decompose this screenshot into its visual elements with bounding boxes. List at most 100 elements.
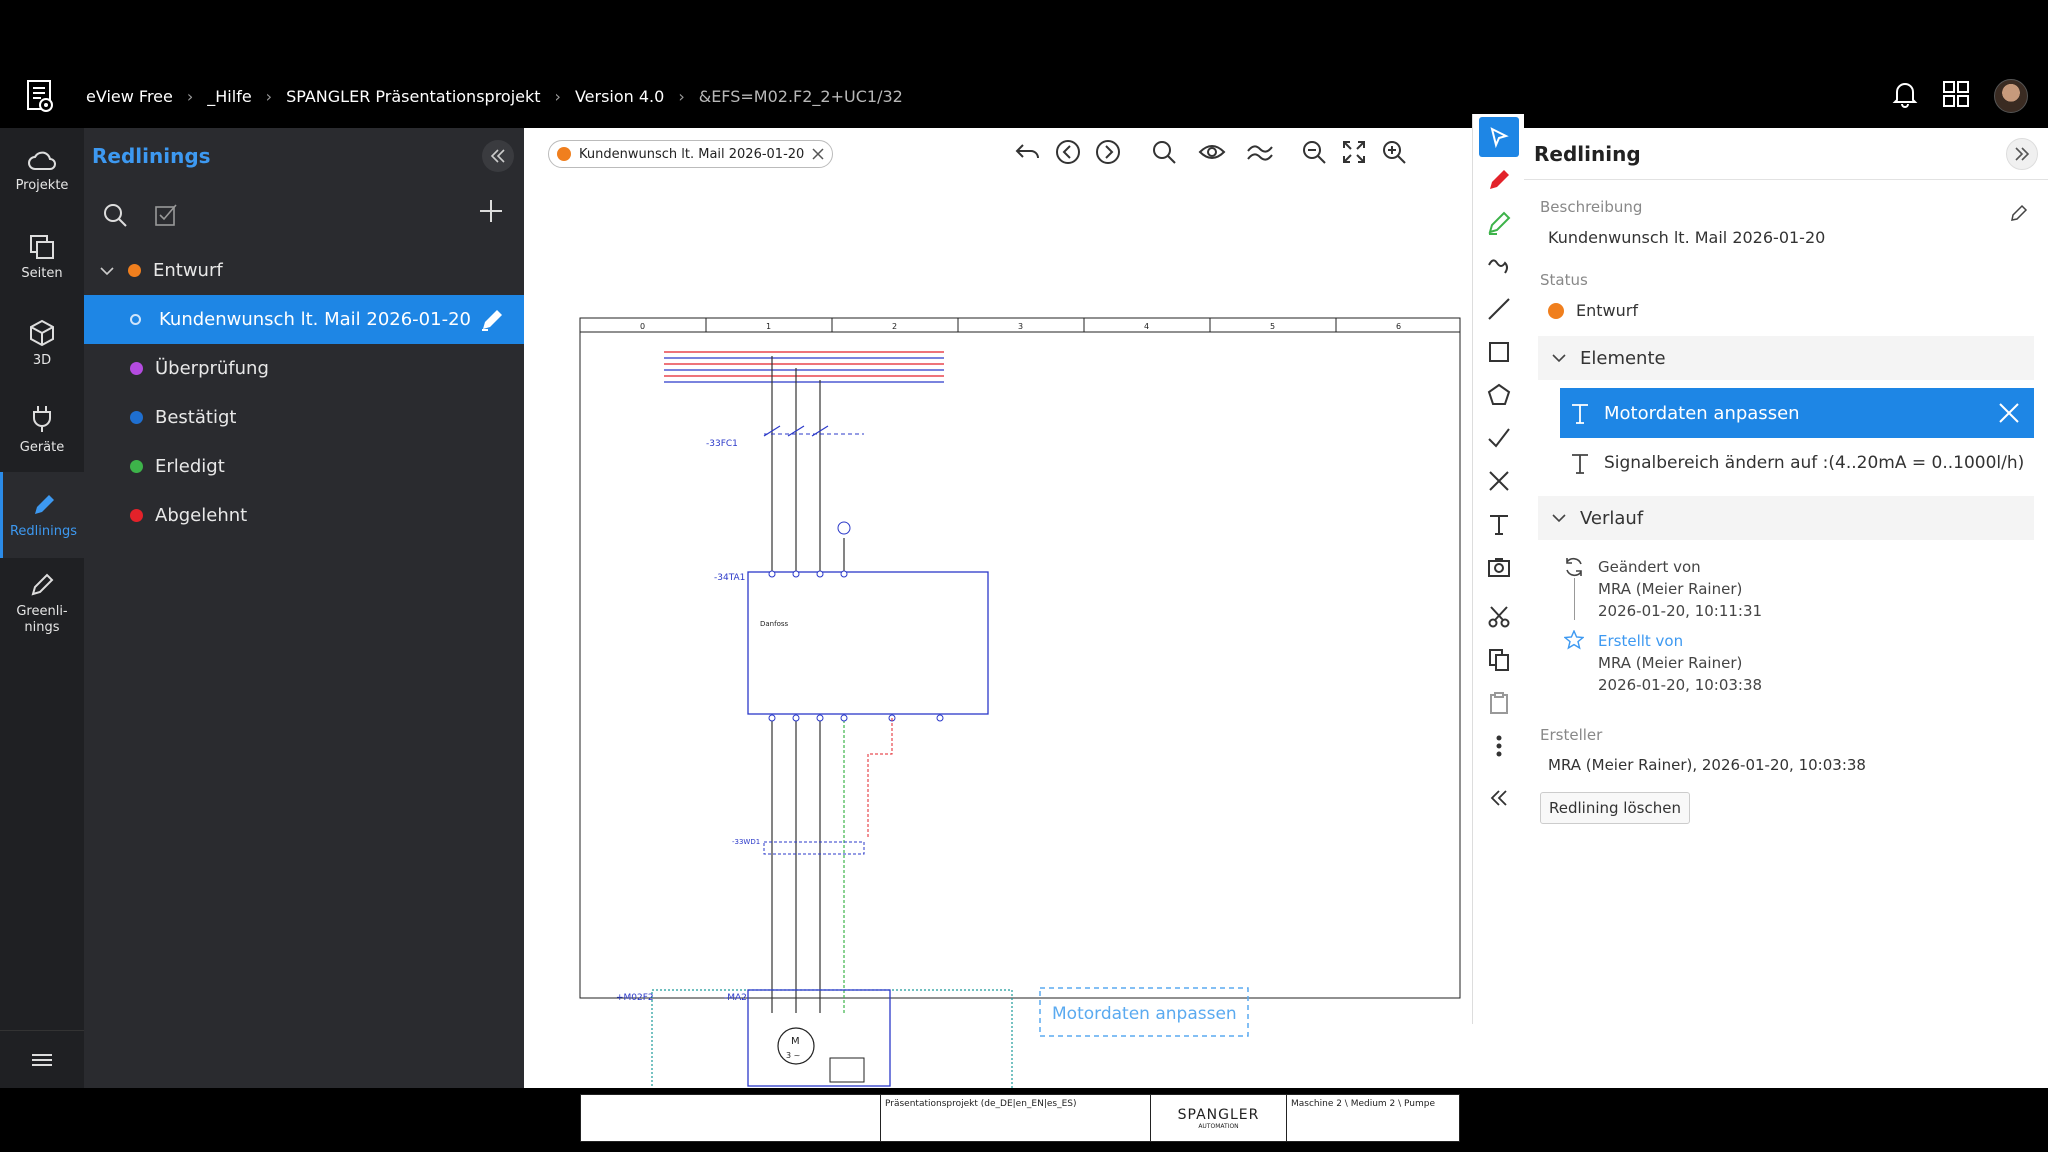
nav-label: Projekte xyxy=(15,177,69,193)
collapse-tools-button[interactable] xyxy=(1479,778,1519,818)
section-elemente[interactable]: Elemente xyxy=(1538,336,2034,380)
text-tool[interactable] xyxy=(1479,504,1519,544)
status-dot-orange xyxy=(1548,302,1564,319)
nav-seiten[interactable]: Seiten xyxy=(0,214,84,300)
title-block-meta xyxy=(581,1095,881,1141)
breadcrumb-project[interactable]: SPANGLER Präsentationsprojekt xyxy=(280,87,546,106)
rectangle-tool[interactable] xyxy=(1479,332,1519,372)
schematic-drawing[interactable]: 0 1 2 3 4 5 6 -33FC1 -34TA1 Danfoss -33W… xyxy=(524,178,1484,1088)
camera-tool[interactable] xyxy=(1479,547,1519,587)
nav-3d[interactable]: 3D xyxy=(0,300,84,386)
bell-icon[interactable] xyxy=(1892,80,1918,112)
item-ring-icon xyxy=(130,314,141,325)
device-label-wd: -33WD1 xyxy=(732,838,760,846)
search-icon[interactable] xyxy=(1150,138,1178,166)
element-row[interactable]: Signalbereich ändern auf :(4..20mA = 0..… xyxy=(1560,438,2034,488)
status-dot-orange xyxy=(557,147,571,161)
column-label: 6 xyxy=(1396,322,1401,331)
marker-green-icon xyxy=(1488,211,1510,235)
group-abgelehnt[interactable]: Abgelehnt xyxy=(84,491,524,540)
edit-pencil-icon[interactable] xyxy=(2010,204,2028,222)
next-page-icon[interactable] xyxy=(1094,138,1122,166)
group-label: Entwurf xyxy=(153,260,223,281)
nav-projekte[interactable]: Projekte xyxy=(0,128,84,214)
check-tool[interactable] xyxy=(1479,418,1519,458)
nav-label: Redlinings xyxy=(9,523,78,539)
collapse-props-button[interactable] xyxy=(2006,138,2038,170)
section-verlauf[interactable]: Verlauf xyxy=(1538,496,2034,540)
marker-green-tool[interactable] xyxy=(1479,203,1519,243)
history-entry: Geändert von MRA (Meier Rainer) 2026-01-… xyxy=(1524,556,2048,622)
rectangle-icon xyxy=(1488,342,1509,362)
active-redlining-chip[interactable]: Kundenwunsch lt. Mail 2026-01-20 xyxy=(548,140,834,168)
line-tool[interactable] xyxy=(1479,289,1519,329)
previous-page-icon[interactable] xyxy=(1054,138,1082,166)
column-label: 5 xyxy=(1270,322,1275,331)
menu-button[interactable] xyxy=(0,1030,84,1088)
more-vertical-icon xyxy=(1496,735,1501,757)
redlining-properties: Redlining Beschreibung Kundenwunsch lt. … xyxy=(1524,128,2048,1088)
device-label-fc: -33FC1 xyxy=(706,439,738,449)
delete-redlining-button[interactable]: Redlining löschen xyxy=(1540,792,1690,824)
avatar[interactable] xyxy=(1994,79,2028,113)
close-icon[interactable] xyxy=(812,148,824,160)
camera-icon xyxy=(1487,558,1510,577)
app-logo-icon[interactable] xyxy=(0,64,80,128)
paste-tool[interactable] xyxy=(1479,683,1519,723)
redline-annotation[interactable]: Motordaten anpassen xyxy=(1052,1004,1237,1024)
refresh-icon xyxy=(1566,557,1582,577)
left-nav: Projekte Seiten 3D Geräte Redlinings Gre… xyxy=(0,128,84,1088)
section-label: Elemente xyxy=(1580,347,1666,369)
chevron-down-icon[interactable] xyxy=(100,266,114,276)
copy-tool[interactable] xyxy=(1479,640,1519,680)
header-bar-inner: eView Free › _Hilfe › SPANGLER Präsentat… xyxy=(0,64,2048,128)
group-label: Abgelehnt xyxy=(155,505,248,526)
apps-grid-icon[interactable] xyxy=(1942,80,1970,112)
cut-tool[interactable] xyxy=(1479,597,1519,637)
chevron-down-icon xyxy=(1552,354,1566,363)
checkbox-icon[interactable] xyxy=(154,203,178,227)
breadcrumb-app[interactable]: eView Free xyxy=(80,87,179,106)
chevron-down-icon xyxy=(1552,514,1566,523)
add-icon[interactable] xyxy=(478,198,504,224)
nav-label: Seiten xyxy=(21,265,63,281)
group-entwurf[interactable]: Entwurf xyxy=(84,246,524,295)
collapse-panel-button[interactable] xyxy=(482,140,514,172)
history-time: 2026-01-20, 10:11:31 xyxy=(1598,602,1763,620)
polygon-tool[interactable] xyxy=(1479,375,1519,415)
cloud-icon xyxy=(28,151,56,170)
element-row-selected[interactable]: Motordaten anpassen xyxy=(1560,388,2034,438)
nav-geraete[interactable]: Geräte xyxy=(0,386,84,472)
edit-pen-icon[interactable] xyxy=(480,306,506,332)
breadcrumb-version[interactable]: Version 4.0 xyxy=(569,87,670,106)
zoom-in-icon[interactable] xyxy=(1380,138,1408,166)
group-bestaetigt[interactable]: Bestätigt xyxy=(84,393,524,442)
fit-page-icon[interactable] xyxy=(1340,138,1368,166)
nav-greenlinings[interactable]: Greenli- nings xyxy=(0,558,84,650)
freehand-tool[interactable] xyxy=(1479,246,1519,286)
marker-red-tool[interactable] xyxy=(1479,160,1519,200)
signal-wave-icon[interactable] xyxy=(1246,138,1274,166)
undo-icon[interactable] xyxy=(1014,138,1042,166)
chevron-right-icon: › xyxy=(554,86,561,106)
device-label-ta: -34TA1 xyxy=(714,573,745,583)
search-icon[interactable] xyxy=(102,202,128,228)
cross-tool[interactable] xyxy=(1479,461,1519,501)
zoom-out-icon[interactable] xyxy=(1300,138,1328,166)
nav-redlinings[interactable]: Redlinings xyxy=(0,472,84,558)
drawing-tools xyxy=(1472,114,1524,1024)
redlining-item-selected[interactable]: Kundenwunsch lt. Mail 2026-01-20 xyxy=(84,295,524,344)
select-tool[interactable] xyxy=(1478,117,1519,157)
group-ueberpruefung[interactable]: Überprüfung xyxy=(84,344,524,393)
history-title: Geändert von xyxy=(1598,558,1701,576)
more-tool[interactable] xyxy=(1479,726,1519,766)
element-label: Motordaten anpassen xyxy=(1604,402,1800,424)
drawing-canvas[interactable]: Kundenwunsch lt. Mail 2026-01-20 0 1 2 3… xyxy=(524,128,1524,1142)
close-icon[interactable] xyxy=(1998,402,2020,424)
group-label: Überprüfung xyxy=(155,358,269,379)
panel-header: Redlinings xyxy=(84,128,524,184)
group-erledigt[interactable]: Erledigt xyxy=(84,442,524,491)
breadcrumb-help[interactable]: _Hilfe xyxy=(201,87,257,106)
freehand-icon xyxy=(1487,259,1508,274)
eye-icon[interactable] xyxy=(1198,138,1226,166)
